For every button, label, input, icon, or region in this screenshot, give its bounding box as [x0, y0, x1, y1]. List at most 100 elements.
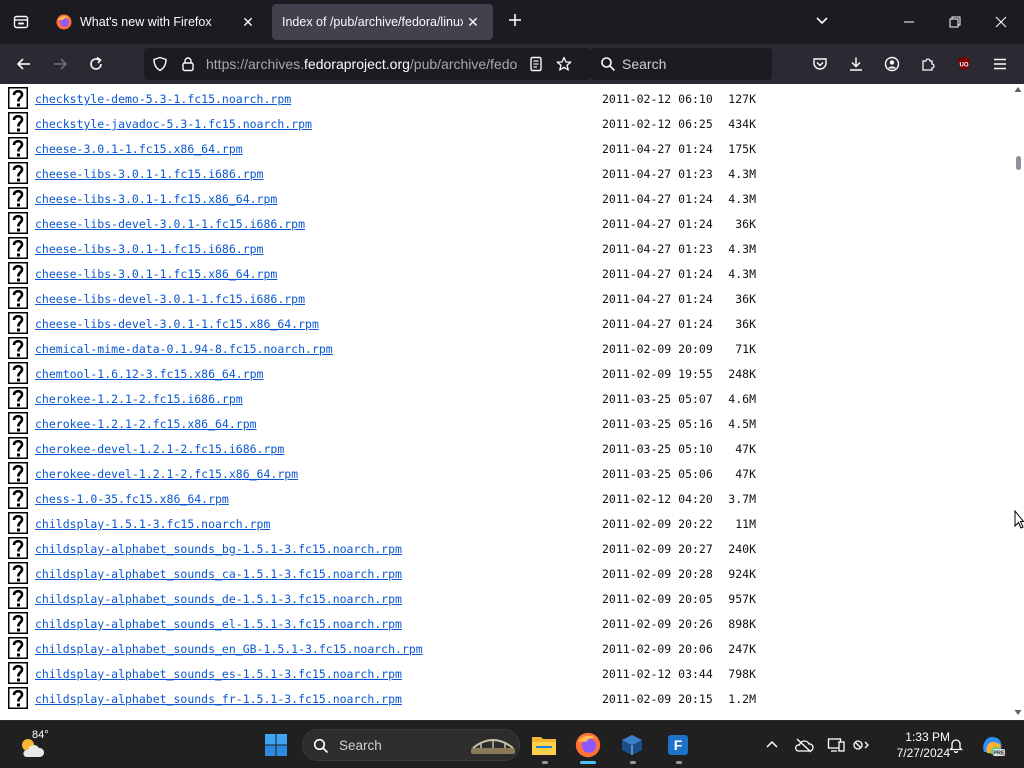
show-hidden-icons-button[interactable] [762, 735, 782, 755]
file-link[interactable]: chemical-mime-data-0.1.94-8.fc15.noarch.… [35, 342, 333, 356]
pocket-button[interactable] [806, 50, 834, 78]
svg-text:F: F [674, 737, 683, 753]
scroll-up-arrow-icon[interactable] [1014, 86, 1022, 94]
file-link[interactable]: cherokee-1.2.1-2.fc15.i686.rpm [35, 392, 243, 406]
table-row: childsplay-1.5.1-3.fc15.noarch.rpm 2011-0… [0, 512, 1012, 537]
network-volume-tray-button[interactable] [852, 735, 872, 755]
firefox-taskbar-button[interactable] [572, 729, 604, 761]
file-link[interactable]: cherokee-devel-1.2.1-2.fc15.x86_64.rpm [35, 467, 298, 481]
file-size: 175K [728, 142, 756, 156]
vertical-scrollbar[interactable] [1012, 84, 1024, 720]
scrollbar-thumb[interactable] [1016, 156, 1021, 170]
close-window-button[interactable] [978, 0, 1024, 44]
table-row: chemical-mime-data-0.1.94-8.fc15.noarch.… [0, 337, 1012, 362]
file-link[interactable]: childsplay-alphabet_sounds_el-1.5.1-3.fc… [35, 617, 402, 631]
extensions-button[interactable] [914, 50, 942, 78]
file-link[interactable]: childsplay-alphabet_sounds_fr-1.5.1-3.fc… [35, 692, 402, 706]
unknown-file-icon [8, 87, 28, 109]
tab-whats-new[interactable]: What's new with Firefox ✕ [46, 4, 268, 40]
close-icon[interactable]: ✕ [463, 12, 483, 32]
file-date: 2011-02-09 20:27 [602, 542, 713, 556]
file-link[interactable]: checkstyle-demo-5.3-1.fc15.noarch.rpm [35, 92, 291, 106]
unknown-file-icon [8, 212, 28, 234]
unknown-file-icon [8, 237, 28, 259]
arrow-right-icon [54, 58, 68, 70]
file-size: 924K [728, 567, 756, 581]
copilot-button[interactable]: PRE [976, 729, 1008, 761]
file-link[interactable]: cheese-libs-devel-3.0.1-1.fc15.i686.rpm [35, 292, 305, 306]
file-date: 2011-04-27 01:24 [602, 317, 713, 331]
back-button[interactable] [10, 50, 38, 78]
file-link[interactable]: cheese-libs-3.0.1-1.fc15.i686.rpm [35, 167, 263, 181]
reload-button[interactable] [82, 50, 110, 78]
lock-icon[interactable] [180, 56, 196, 72]
cloud-offline-icon [795, 738, 814, 753]
file-size: 1.2M [728, 692, 756, 706]
file-link[interactable]: childsplay-alphabet_sounds_es-1.5.1-3.fc… [35, 667, 402, 681]
file-link[interactable]: cheese-libs-devel-3.0.1-1.fc15.i686.rpm [35, 217, 305, 231]
display-tray-button[interactable] [826, 735, 846, 755]
svg-text:PRE: PRE [993, 751, 1005, 757]
navigation-toolbar: https://archives.fedoraproject.org/pub/a… [0, 44, 1024, 84]
file-date: 2011-02-09 20:28 [602, 567, 713, 581]
file-link[interactable]: childsplay-alphabet_sounds_ca-1.5.1-3.fc… [35, 567, 402, 581]
notifications-button[interactable] [946, 735, 966, 755]
download-icon [850, 57, 862, 71]
file-link[interactable]: cheese-libs-devel-3.0.1-1.fc15.x86_64.rp… [35, 317, 319, 331]
file-link[interactable]: childsplay-alphabet_sounds_bg-1.5.1-3.fc… [35, 542, 402, 556]
menu-button[interactable] [986, 50, 1014, 78]
file-size: 36K [735, 217, 756, 231]
minimize-button[interactable] [886, 0, 932, 44]
forward-button[interactable] [46, 50, 74, 78]
file-link[interactable]: childsplay-1.5.1-3.fc15.noarch.rpm [35, 517, 270, 531]
restore-button[interactable] [932, 0, 978, 44]
unknown-file-icon [8, 262, 28, 284]
ftp-client-taskbar-button[interactable]: F [662, 729, 694, 761]
file-size: 434K [728, 117, 756, 131]
monitor-icon [827, 738, 845, 752]
file-explorer-taskbar-button[interactable] [528, 729, 560, 761]
file-link[interactable]: cheese-libs-3.0.1-1.fc15.x86_64.rpm [35, 267, 277, 281]
firefox-logo-icon [575, 732, 601, 758]
reader-view-icon[interactable] [528, 56, 544, 72]
clock-time: 1:33 PM [905, 730, 950, 744]
file-link[interactable]: childsplay-alphabet_sounds_de-1.5.1-3.fc… [35, 592, 402, 606]
taskbar-clock[interactable]: 1:33 PM 7/27/2024 [880, 729, 950, 761]
file-link[interactable]: cherokee-devel-1.2.1-2.fc15.i686.rpm [35, 442, 284, 456]
table-row: cherokee-1.2.1-2.fc15.i686.rpm 2011-03-25… [0, 387, 1012, 412]
file-link[interactable]: checkstyle-javadoc-5.3-1.fc15.noarch.rpm [35, 117, 312, 131]
file-link[interactable]: cheese-3.0.1-1.fc15.x86_64.rpm [35, 142, 243, 156]
tab-index-of[interactable]: Index of /pub/archive/fedora/linux/ ✕ [272, 4, 493, 40]
url-text[interactable]: https://archives.fedoraproject.org/pub/a… [206, 56, 518, 72]
shield-icon[interactable] [152, 56, 168, 72]
search-bar[interactable]: Search [590, 48, 772, 80]
scroll-down-arrow-icon[interactable] [1014, 708, 1022, 716]
file-size: 127K [728, 92, 756, 106]
taskbar-search[interactable]: Search [302, 729, 520, 761]
search-icon [313, 738, 329, 754]
file-date: 2011-02-12 04:20 [602, 492, 713, 506]
star-bookmark-icon[interactable] [556, 56, 572, 72]
file-link[interactable]: cherokee-1.2.1-2.fc15.x86_64.rpm [35, 417, 257, 431]
url-bar[interactable]: https://archives.fedoraproject.org/pub/a… [144, 48, 590, 80]
file-link[interactable]: chess-1.0-35.fc15.x86_64.rpm [35, 492, 229, 506]
virtualbox-taskbar-button[interactable] [616, 729, 648, 761]
weather-widget[interactable]: 84° [18, 729, 52, 761]
list-all-tabs-button[interactable] [814, 12, 836, 32]
onedrive-tray-button[interactable] [794, 735, 814, 755]
table-row: childsplay-alphabet_sounds_el-1.5.1-3.fc… [0, 612, 1012, 637]
puzzle-piece-icon [922, 58, 935, 71]
copilot-icon: PRE [983, 736, 1005, 757]
downloads-button[interactable] [842, 50, 870, 78]
start-button[interactable] [260, 729, 292, 761]
file-date: 2011-02-12 06:10 [602, 92, 713, 106]
close-icon[interactable]: ✕ [238, 12, 258, 32]
new-tab-button[interactable] [503, 10, 527, 34]
file-link[interactable]: chemtool-1.6.12-3.fc15.x86_64.rpm [35, 367, 263, 381]
firefox-view-button[interactable] [0, 0, 42, 44]
file-link[interactable]: cheese-libs-3.0.1-1.fc15.i686.rpm [35, 242, 263, 256]
file-link[interactable]: cheese-libs-3.0.1-1.fc15.x86_64.rpm [35, 192, 277, 206]
ublock-origin-button[interactable]: UO [950, 50, 978, 78]
file-link[interactable]: childsplay-alphabet_sounds_en_GB-1.5.1-3… [35, 642, 423, 656]
account-button[interactable] [878, 50, 906, 78]
